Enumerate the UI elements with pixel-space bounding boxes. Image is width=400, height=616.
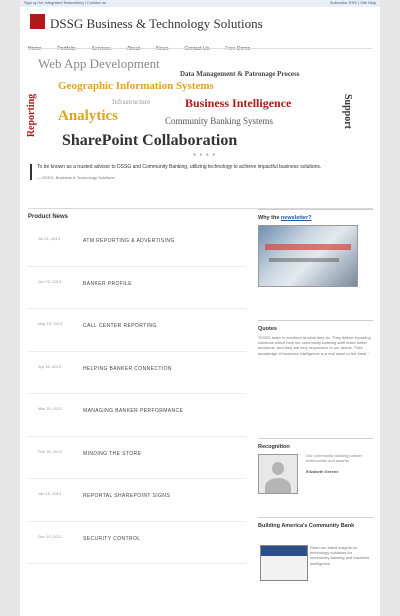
recognition-text: Our community banking partner testimonia… [306,453,363,463]
sidebar-divider [258,320,373,321]
product-news-heading: Product News [28,214,69,220]
item-title[interactable]: MANAGING BANKER PERFORMANCE [83,408,183,414]
mission-quote-text: To be known as a trusted advisor to DSSG… [37,164,322,170]
sidebar-book: Building America's Community Bank Read o… [258,517,373,607]
product-news-list: Jul 01, 2013 ATM REPORTING & ADVERTISING… [28,224,246,564]
recognition-name[interactable]: Elizabeth Greene [306,469,368,474]
sidebar-quotes: Quotes "DSSG team is excellent at what t… [258,320,373,356]
list-item[interactable]: Jun 02, 2013 BANKER PROFILE [28,267,246,309]
item-title[interactable]: MINDING THE STORE [83,451,141,457]
top-bar-links[interactable]: Sign up for Integrated Networking | Cont… [24,0,106,5]
item-date: Jan 15, 2013 [38,491,62,496]
list-item[interactable]: Feb 18, 2013 MINDING THE STORE [28,437,246,479]
service-word-cloud: Web App Development Data Management & Pa… [30,52,370,162]
cloud-business-intelligence: Business Intelligence [185,96,292,110]
book-text: Read our latest insights on technology s… [310,545,370,566]
avatar-head [272,462,284,475]
avatar-body [265,478,291,493]
item-date: Mar 20, 2013 [38,406,62,411]
cloud-reporting: Reporting [26,93,38,138]
item-title[interactable]: HELPING BANKER CONNECTION [83,366,172,372]
item-title[interactable]: SECURITY CONTROL [83,536,140,542]
cloud-infrastructure: Infrastructure [112,98,151,106]
newsletter-heading: Why the newsletter? [258,215,373,221]
sidebar-recognition: Recognition Our community banking partne… [258,438,373,508]
newsletter-image-stripe [269,258,339,262]
item-title[interactable]: ATM REPORTING & ADVERTISING [83,238,175,244]
cloud-community-banking: Community Banking Systems [165,116,274,126]
site-title[interactable]: DSSG Business & Technology Solutions [50,16,263,32]
item-title[interactable]: CALL CENTER REPORTING [83,323,157,329]
list-item[interactable]: Apr 16, 2013 HELPING BANKER CONNECTION [28,352,246,394]
list-item[interactable]: Jul 01, 2013 ATM REPORTING & ADVERTISING [28,224,246,267]
top-bar: Sign up for Integrated Networking | Cont… [20,0,380,7]
cloud-gis: Geographic Information Systems [58,80,214,92]
sidebar-divider [258,517,373,518]
cloud-reporting-vertical: Reporting [26,84,50,150]
cloud-support: Support [342,93,354,130]
nav-divider [28,48,372,49]
list-item[interactable]: Dec 10, 2012 SECURITY CONTROL [28,522,246,564]
book-cover-image[interactable] [260,545,308,581]
item-title[interactable]: BANKER PROFILE [83,281,132,287]
item-title[interactable]: REPORTAL SHAREPOINT SIGNS [83,493,170,499]
newsletter-link[interactable]: newsletter? [281,215,312,221]
mission-quote: To be known as a trusted advisor to DSSG… [30,164,367,180]
sidebar-divider [258,209,373,210]
newsletter-image-stripe [265,244,351,250]
slider-dots[interactable]: ● ● ● ● [193,152,216,158]
cloud-support-vertical: Support [340,84,358,144]
recognition-heading: Recognition [258,444,290,450]
item-date: May 13, 2013 [38,321,63,326]
item-date: Dec 10, 2012 [38,533,62,539]
book-text-block: Read our latest insights on technology s… [310,545,370,566]
list-item[interactable]: Mar 20, 2013 MANAGING BANKER PERFORMANCE [28,394,246,437]
cloud-data-management: Data Management & Patronage Process [180,70,300,78]
newsletter-heading-prefix: Why the [258,215,280,221]
quotes-heading: Quotes [258,326,277,332]
list-item[interactable]: Jan 15, 2013 REPORTAL SHAREPOINT SIGNS [28,479,246,522]
quotes-text: "DSSG team is excellent at what they do.… [258,335,371,356]
item-date: Jul 01, 2013 [38,236,60,241]
cloud-sharepoint: SharePoint Collaboration [62,132,238,149]
site-logo[interactable] [30,14,45,29]
avatar [258,454,298,494]
cloud-analytics: Analytics [58,108,118,124]
sidebar-divider [258,438,373,439]
sidebar-newsletter: Why the newsletter? [258,209,373,287]
top-bar-subscribe[interactable]: Subscribe RSS | Site Map [330,0,376,5]
newsletter-image[interactable] [258,225,358,287]
mission-quote-cite: — DSSG, Business & Technology Solutions [37,175,115,180]
cloud-web-app: Web App Development [38,56,160,71]
item-date: Apr 16, 2013 [38,363,61,369]
list-item[interactable]: May 13, 2013 CALL CENTER REPORTING [28,309,246,352]
item-date: Feb 18, 2013 [38,448,62,454]
main-nav: Home Portfolio Services About News Conta… [28,37,368,52]
book-heading: Building America's Community Bank [258,523,355,529]
item-date: Jun 02, 2013 [38,278,62,284]
recognition-text-block: Our community banking partner testimonia… [306,453,368,474]
